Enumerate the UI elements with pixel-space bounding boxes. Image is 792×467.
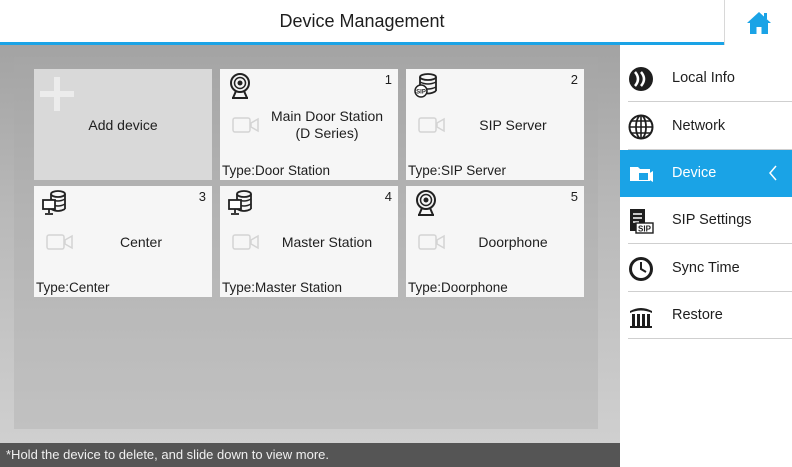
device-number: 3	[198, 189, 206, 204]
sidebar-item-label: Local Info	[672, 70, 735, 86]
clock-icon	[629, 257, 653, 281]
divider	[628, 338, 792, 339]
device-area: Add device 1 Main Door Station (D Series…	[0, 45, 620, 467]
doorphone-icon	[416, 190, 436, 216]
header-bar: Device Management	[0, 0, 724, 45]
sidebar-item-label: Network	[672, 118, 726, 134]
sidebar-item-restore[interactable]: Restore	[620, 292, 792, 339]
device-card-5[interactable]: 5 Doorphone Type:Doorphone	[406, 186, 584, 297]
home-icon	[746, 11, 771, 34]
divider	[628, 101, 792, 102]
device-name: Center	[119, 233, 163, 250]
divider	[628, 243, 792, 244]
device-grid[interactable]: Add device 1 Main Door Station (D Series…	[14, 57, 598, 429]
sidebar-item-sync-time[interactable]: Sync Time	[620, 245, 792, 292]
device-name: Doorphone	[478, 233, 548, 250]
page-title: Device Management	[279, 11, 445, 31]
device-type: Type:Center	[36, 280, 110, 295]
device-type: Type:Doorphone	[408, 280, 508, 295]
add-device-card[interactable]: Add device	[34, 69, 212, 180]
center-icon	[42, 190, 66, 215]
sidebar-item-local-info[interactable]: Local Info	[620, 55, 792, 102]
restore-icon	[630, 308, 652, 328]
chevron-left-icon	[769, 165, 777, 181]
settings-sidebar: Local Info Network Device SIP SIP Settin…	[620, 45, 792, 467]
add-device-label: Add device	[88, 116, 158, 133]
sidebar-item-label: SIP Settings	[672, 212, 752, 228]
device-type: Type:Door Station	[222, 163, 331, 178]
camera-icon	[418, 117, 445, 133]
home-button[interactable]	[724, 0, 792, 45]
device-type: Type:SIP Server	[408, 163, 507, 178]
camera-icon	[232, 117, 259, 133]
device-card-3[interactable]: 3 Center Type:Center	[34, 186, 212, 297]
hint-bar: *Hold the device to delete, and slide do…	[0, 443, 620, 467]
device-card-4[interactable]: 4 Master Station Type:Master Station	[220, 186, 398, 297]
device-folder-icon	[630, 167, 653, 182]
globe-icon	[628, 114, 654, 140]
sip-server-icon: SIP	[414, 73, 437, 98]
device-name: Main Door Station (D Series)	[270, 108, 384, 141]
device-type: Type:Master Station	[222, 280, 343, 295]
device-number: 2	[570, 72, 578, 87]
local-info-icon	[629, 67, 653, 91]
device-number: 4	[384, 189, 392, 204]
camera-icon	[418, 234, 445, 250]
hint-text: *Hold the device to delete, and slide do…	[6, 447, 330, 462]
svg-text:SIP: SIP	[416, 90, 426, 96]
camera-icon	[46, 234, 73, 250]
sip-settings-icon: SIP	[630, 209, 654, 234]
sidebar-item-label: Device	[672, 165, 717, 181]
camera-icon	[232, 234, 259, 250]
sidebar-item-device[interactable]: Device	[620, 150, 792, 197]
device-card-2[interactable]: SIP 2 SIP Server Type:SIP Server	[406, 69, 584, 180]
device-name: Master Station	[281, 233, 373, 250]
sidebar-item-label: Sync Time	[672, 260, 740, 276]
door-station-icon	[230, 73, 250, 99]
sidebar-item-sip-settings[interactable]: SIP SIP Settings	[620, 197, 792, 244]
svg-text:SIP: SIP	[638, 225, 652, 234]
device-number: 5	[570, 189, 578, 204]
sidebar-item-network[interactable]: Network	[620, 103, 792, 150]
master-station-icon	[228, 190, 252, 215]
device-number: 1	[384, 72, 392, 87]
device-card-1[interactable]: 1 Main Door Station (D Series) Type:Door…	[220, 69, 398, 180]
device-name: SIP Server	[479, 116, 547, 133]
sidebar-item-label: Restore	[672, 307, 723, 323]
